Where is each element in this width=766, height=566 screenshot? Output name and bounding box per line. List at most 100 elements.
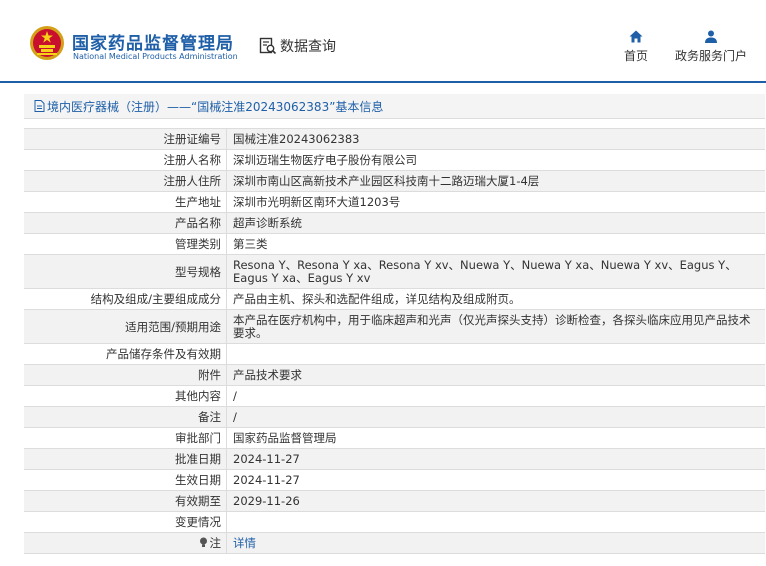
field-value-text: 2029-11-26	[233, 493, 300, 508]
table-row: 其他内容 /	[24, 385, 765, 407]
field-value-text: 深圳迈瑞生物医疗电子股份有限公司	[233, 152, 417, 167]
home-icon	[629, 30, 643, 43]
field-label: 注册证编号	[24, 128, 227, 150]
field-label-text: 适用范围/预期用途	[125, 319, 221, 334]
field-value-text: 国械注准20243062383	[233, 131, 360, 146]
data-search-icon	[259, 37, 277, 55]
nav-gov-service-portal[interactable]: 政务服务门户	[672, 30, 750, 64]
table-row: 有效期至 2029-11-26	[24, 490, 765, 512]
field-label: 适用范围/预期用途	[24, 309, 227, 344]
field-label: 变更情况	[24, 511, 227, 533]
field-label-text: 生产地址	[175, 195, 221, 209]
field-label-text: 备注	[198, 410, 221, 424]
field-label-text: 其他内容	[175, 389, 221, 403]
table-row: 变更情况	[24, 511, 765, 533]
table-row: 管理类别 第三类	[24, 233, 765, 255]
field-value: 深圳迈瑞生物医疗电子股份有限公司	[226, 149, 765, 171]
field-value-text: 2024-11-27	[233, 451, 300, 466]
field-value-text: 深圳市南山区高新技术产业园区科技南十二路迈瑞大厦1-4层	[233, 173, 540, 188]
details-link[interactable]: 详情	[233, 536, 256, 550]
field-value	[226, 343, 765, 365]
field-label: 注册人名称	[24, 149, 227, 171]
site-header: 国家药品监督管理局 National Medical Products Admi…	[0, 0, 766, 83]
data-query-label: 数据查询	[280, 39, 336, 55]
nav-home-label: 首页	[623, 49, 648, 63]
table-row: 适用范围/预期用途 本产品在医疗机构中，用于临床超声和光声（仅光声探头支持）诊断检…	[24, 309, 765, 344]
field-value-text: 产品技术要求	[233, 367, 302, 382]
table-row: 注详情	[24, 532, 765, 554]
table-row: 产品名称 超声诊断系统	[24, 212, 765, 234]
field-value-text: 超声诊断系统	[233, 215, 302, 230]
field-value: 国械注准20243062383	[226, 128, 765, 150]
breadcrumb-text[interactable]: 境内医疗器械（注册）——“国械注准20243062383”基本信息	[47, 98, 383, 115]
field-label: 注	[24, 532, 227, 554]
nav-gov-label: 政务服务门户	[674, 49, 747, 63]
field-label: 产品储存条件及有效期	[24, 343, 227, 365]
field-label-text: 产品名称	[175, 216, 221, 230]
registration-info-table: 注册证编号 国械注准20243062383 注册人名称 深圳迈瑞生物医疗电子股份有限公…	[24, 128, 765, 554]
field-label-text: 注册人名称	[163, 153, 222, 167]
field-label: 有效期至	[24, 490, 227, 512]
field-label-text: 型号规格	[175, 264, 221, 279]
field-value: /	[226, 385, 765, 407]
field-label-text: 生效日期	[175, 473, 221, 487]
field-value	[226, 511, 765, 533]
table-row: 注册人住所 深圳市南山区高新技术产业园区科技南十二路迈瑞大厦1-4层	[24, 170, 765, 192]
field-value-text: 2024-11-27	[233, 472, 300, 487]
field-value-text: Resona Y、Resona Y xa、Resona Y xv、Nuewa Y…	[233, 257, 737, 285]
data-query-link[interactable]: 数据查询	[259, 36, 336, 56]
field-value: 深圳市光明新区南环大道1203号	[226, 191, 765, 213]
field-label-text: 结构及组成/主要组成成分	[90, 292, 221, 306]
field-value: 第三类	[226, 233, 765, 255]
table-row: 生产地址 深圳市光明新区南环大道1203号	[24, 191, 765, 213]
table-row: 审批部门 国家药品监督管理局	[24, 427, 765, 449]
field-value: 产品技术要求	[226, 364, 765, 386]
table-row: 型号规格 Resona Y、Resona Y xa、Resona Y xv、Nue…	[24, 254, 765, 289]
field-value-text: 深圳市光明新区南环大道1203号	[233, 194, 401, 209]
field-value-text: 产品由主机、探头和选配件组成，详见结构及组成附页。	[233, 291, 521, 306]
field-value-text: /	[233, 409, 237, 424]
field-label: 审批部门	[24, 427, 227, 449]
user-icon	[705, 30, 717, 43]
field-value-text: 本产品在医疗机构中，用于临床超声和光声（仅光声探头支持）诊断检查，各探头临床应用…	[233, 312, 751, 340]
field-label: 备注	[24, 406, 227, 428]
field-value-text: /	[233, 388, 237, 403]
table-row: 注册证编号 国械注准20243062383	[24, 128, 765, 150]
document-icon	[34, 100, 45, 112]
field-value: 详情	[226, 532, 765, 554]
field-label: 生产地址	[24, 191, 227, 213]
field-label: 产品名称	[24, 212, 227, 234]
field-value: 2024-11-27	[226, 469, 765, 491]
field-value: 2029-11-26	[226, 490, 765, 512]
field-value: 2024-11-27	[226, 448, 765, 470]
site-logo-subtitle: National Medical Products Administration	[73, 52, 238, 61]
field-value: 深圳市南山区高新技术产业园区科技南十二路迈瑞大厦1-4层	[226, 170, 765, 192]
field-value: 产品由主机、探头和选配件组成，详见结构及组成附页。	[226, 288, 765, 310]
field-value: 本产品在医疗机构中，用于临床超声和光声（仅光声探头支持）诊断检查，各探头临床应用…	[226, 309, 765, 344]
breadcrumb: 境内医疗器械（注册）——“国械注准20243062383”基本信息	[24, 94, 765, 119]
table-row: 结构及组成/主要组成成分 产品由主机、探头和选配件组成，详见结构及组成附页。	[24, 288, 765, 310]
field-label: 批准日期	[24, 448, 227, 470]
field-label-text: 管理类别	[175, 237, 221, 251]
field-label: 附件	[24, 364, 227, 386]
field-label-text: 审批部门	[175, 431, 221, 445]
field-label: 结构及组成/主要组成成分	[24, 288, 227, 310]
field-label: 注册人住所	[24, 170, 227, 192]
lightbulb-icon	[199, 537, 207, 547]
site-logo-title[interactable]: 国家药品监督管理局	[72, 29, 234, 54]
field-label: 生效日期	[24, 469, 227, 491]
field-label-text: 产品储存条件及有效期	[106, 347, 221, 361]
nav-home[interactable]: 首页	[620, 30, 652, 64]
field-label-text: 注	[209, 536, 222, 550]
table-row: 注册人名称 深圳迈瑞生物医疗电子股份有限公司	[24, 149, 765, 171]
table-row: 附件 产品技术要求	[24, 364, 765, 386]
field-label-text: 批准日期	[175, 452, 221, 466]
field-label: 型号规格	[24, 254, 227, 289]
field-value-text: 国家药品监督管理局	[233, 430, 337, 445]
field-label-text: 注册人住所	[163, 174, 222, 188]
national-emblem-icon	[30, 26, 64, 60]
field-label-text: 有效期至	[175, 494, 221, 508]
field-label: 其他内容	[24, 385, 227, 407]
field-label-text: 附件	[198, 368, 221, 382]
field-label-text: 注册证编号	[163, 132, 222, 146]
